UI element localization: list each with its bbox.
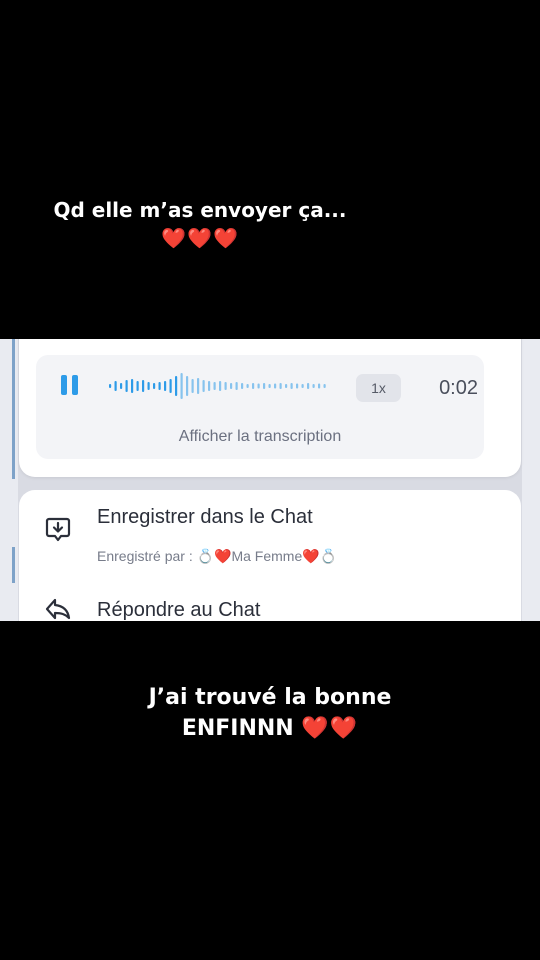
audio-duration: 0:02: [439, 377, 478, 399]
waveform-bar: [307, 383, 310, 389]
waveform-bar: [208, 381, 211, 391]
waveform-bar: [285, 384, 288, 388]
waveform-bar: [213, 382, 216, 390]
pause-button[interactable]: [58, 375, 80, 397]
waveform-bar: [263, 383, 266, 389]
save-to-chat-icon: [45, 517, 71, 542]
pause-icon-bar: [71, 375, 78, 395]
waveform-bar: [230, 383, 233, 389]
reply-icon: [45, 598, 71, 620]
waveform-bar: [142, 380, 145, 392]
waveform-bar: [246, 384, 249, 388]
playback-speed-button[interactable]: 1x: [356, 374, 401, 402]
waveform-bar: [202, 380, 205, 392]
reply-action[interactable]: Répondre au Chat: [19, 593, 521, 621]
caption-top: Qd elle m’as envoyer ça... ❤️❤️❤️: [0, 196, 470, 252]
caption-bottom-line2: ENFINNN ❤️❤️: [0, 713, 540, 744]
waveform-bar: [274, 383, 277, 389]
waveform-bar: [186, 376, 189, 396]
waveform-bar: [235, 382, 238, 390]
waveform-bar: [301, 384, 304, 388]
waveform-bar: [323, 384, 326, 388]
saved-by-prefix: Enregistré par :: [97, 548, 193, 564]
screenshot-clip: 1x 0:02 Afficher la transcription Enregi…: [0, 339, 540, 621]
show-transcription-link[interactable]: Afficher la transcription: [36, 425, 484, 449]
waveform-bar: [164, 381, 167, 391]
waveform-bar: [241, 383, 244, 389]
waveform-bar: [312, 384, 315, 388]
caption-top-text: Qd elle m’as envoyer ça...: [53, 198, 347, 222]
waveform-bar: [296, 383, 299, 389]
waveform-bar: [268, 384, 271, 388]
caption-bottom-line1: J’ai trouvé la bonne: [148, 685, 392, 710]
caption-bottom-text: ENFINNN: [181, 716, 294, 741]
waveform-bar: [175, 376, 178, 396]
waveform-bar: [197, 378, 200, 394]
waveform-bar: [169, 379, 172, 393]
waveform-bar: [158, 382, 161, 390]
edge-accent-line: [12, 547, 15, 583]
caption-top-hearts: ❤️❤️❤️: [161, 226, 239, 250]
action-menu: Enregistrer dans le Chat Enregistré par …: [19, 490, 521, 621]
waveform-bar: [125, 380, 128, 392]
caption-bottom-hearts: ❤️❤️: [301, 716, 359, 741]
waveform-bar: [191, 379, 194, 393]
waveform-bar: [180, 373, 183, 399]
saved-by-label: Enregistré par : 💍❤️Ma Femme❤️💍: [97, 546, 337, 566]
background-left-edge: [0, 339, 18, 621]
waveform-bar: [131, 379, 134, 393]
waveform-bar: [290, 383, 293, 389]
waveform-bar: [318, 383, 321, 389]
saved-by-name: 💍❤️Ma Femme❤️💍: [196, 548, 338, 564]
pause-icon: [60, 375, 67, 395]
voice-message-card: 1x 0:02 Afficher la transcription: [19, 339, 521, 477]
waveform-bar: [136, 381, 139, 391]
waveform-bar: [224, 382, 227, 390]
waveform-bar: [153, 383, 156, 389]
waveform-bar: [109, 384, 112, 388]
caption-bottom: J’ai trouvé la bonne ENFINNN ❤️❤️: [0, 682, 540, 744]
save-to-chat-action[interactable]: Enregistrer dans le Chat Enregistré par …: [19, 504, 521, 574]
waveform-bar: [219, 381, 222, 391]
waveform-bar: [120, 383, 123, 389]
waveform-bar: [279, 383, 282, 389]
waveform-bar: [257, 383, 260, 389]
reply-label: Répondre au Chat: [97, 599, 261, 621]
background-right-edge: [522, 339, 540, 621]
save-to-chat-label: Enregistrer dans le Chat: [97, 506, 313, 528]
edge-accent-line: [12, 339, 15, 479]
audio-waveform[interactable]: [108, 369, 328, 403]
waveform-bar: [114, 381, 117, 391]
waveform-bar: [147, 382, 150, 390]
voice-player: 1x 0:02 Afficher la transcription: [36, 355, 484, 459]
waveform-bar: [252, 383, 255, 389]
